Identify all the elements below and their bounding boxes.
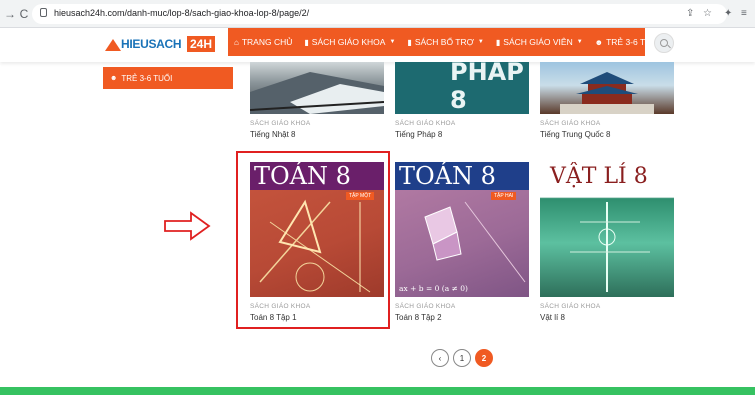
crystal-illustration (424, 201, 526, 283)
product-title[interactable]: Tiếng Nhật 8 (250, 130, 296, 139)
reload-icon[interactable]: C (16, 6, 32, 22)
pagination-page-2[interactable]: 2 (475, 349, 493, 367)
menu-item-teacher-books[interactable]: ▮ SÁCH GIÁO VIÊN ▼ (490, 28, 589, 56)
tower-illustration (570, 202, 650, 292)
sidebar-item-kids[interactable]: ☻ TRẺ 3-6 TUỔI (103, 67, 233, 89)
temple-image (560, 72, 654, 114)
extensions-icon[interactable]: ✦ (724, 6, 732, 22)
site-header: HIEUSACH 24H ⌂ TRANG CHỦ ▮ SÁCH GIÁO KHO… (0, 28, 755, 62)
browser-toolbar: → C hieusach24h.com/danh-muc/lop-8/sach-… (0, 0, 755, 28)
product-title[interactable]: Tiếng Pháp 8 (395, 130, 442, 139)
chevron-down-icon: ▼ (576, 39, 583, 45)
search-button[interactable] (654, 33, 674, 53)
pagination-prev[interactable]: ‹ (431, 349, 449, 367)
pagination: ‹ 1 2 (431, 349, 493, 367)
product-cover-image[interactable]: VẬT LÍ 8 (540, 162, 674, 297)
logo-text: HIEUSACH (121, 37, 182, 51)
product-category: SÁCH GIÁO KHOA (250, 120, 311, 127)
footer-bar (0, 387, 755, 395)
lock-icon (40, 8, 47, 17)
logo-roof-icon (105, 39, 121, 51)
pagination-page-1[interactable]: 1 (453, 349, 471, 367)
menu-item-label: TRẺ 3-6 TUỔI (606, 37, 661, 47)
url-text: hieusach24h.com/danh-muc/lop-8/sach-giao… (54, 8, 310, 18)
cover-formula: ax + b = 0 (a ≠ 0) (399, 284, 468, 293)
child-icon: ☻ (110, 74, 118, 82)
cover-title: PHÁP 8 (450, 62, 524, 114)
book-icon: ▮ (304, 37, 309, 47)
menu-item-label: SÁCH BỔ TRỢ (414, 37, 474, 47)
product-title[interactable]: Tiếng Trung Quốc 8 (540, 130, 610, 139)
menu-item-home[interactable]: ⌂ TRANG CHỦ (228, 28, 298, 56)
highlight-box (236, 151, 390, 329)
product-category: SÁCH GIÁO KHOA (540, 120, 601, 127)
reading-list-icon[interactable]: ≡ (741, 6, 747, 22)
product-category: SÁCH GIÁO KHOA (395, 120, 456, 127)
share-icon[interactable]: ⇪ (686, 6, 694, 22)
address-bar[interactable]: hieusach24h.com/danh-muc/lop-8/sach-giao… (32, 4, 727, 24)
menu-item-label: SÁCH GIÁO VIÊN (503, 37, 573, 47)
menu-item-label: SÁCH GIÁO KHOA (311, 37, 386, 47)
product-title[interactable]: Toán 8 Tập 2 (395, 313, 442, 322)
book-icon: ▮ (407, 37, 412, 47)
main-menu: ⌂ TRANG CHỦ ▮ SÁCH GIÁO KHOA ▼ ▮ SÁCH BỔ… (228, 28, 660, 56)
pointer-arrow-icon (164, 211, 211, 241)
logo-number: 24H (187, 36, 216, 52)
product-cover-image[interactable] (540, 62, 674, 114)
menu-item-label: TRANG CHỦ (241, 37, 293, 47)
product-title[interactable]: Vật lí 8 (540, 313, 565, 322)
product-cover-image[interactable]: TOÁN 8 TẬP HAI ax + b = 0 (a ≠ 0) (395, 162, 529, 297)
product-cover-image[interactable] (250, 62, 384, 114)
home-icon: ⌂ (234, 37, 239, 47)
book-icon: ▮ (495, 37, 501, 47)
child-icon: ☻ (594, 37, 604, 47)
product-category: SÁCH GIÁO KHOA (540, 303, 601, 310)
bookmark-star-icon[interactable]: ☆ (703, 6, 712, 22)
product-category: SÁCH GIÁO KHOA (395, 303, 456, 310)
train-station-image (250, 72, 384, 114)
site-logo[interactable]: HIEUSACH 24H (105, 35, 216, 55)
chevron-down-icon: ▼ (389, 39, 396, 45)
sidebar-item-label: TRẺ 3-6 TUỔI (121, 73, 173, 83)
menu-item-textbooks[interactable]: ▮ SÁCH GIÁO KHOA ▼ (298, 28, 401, 56)
menu-item-supplementary[interactable]: ▮ SÁCH BỔ TRỢ ▼ (401, 28, 489, 56)
product-cover-image[interactable]: PHÁP 8 (395, 62, 529, 114)
chevron-down-icon: ▼ (477, 39, 484, 45)
